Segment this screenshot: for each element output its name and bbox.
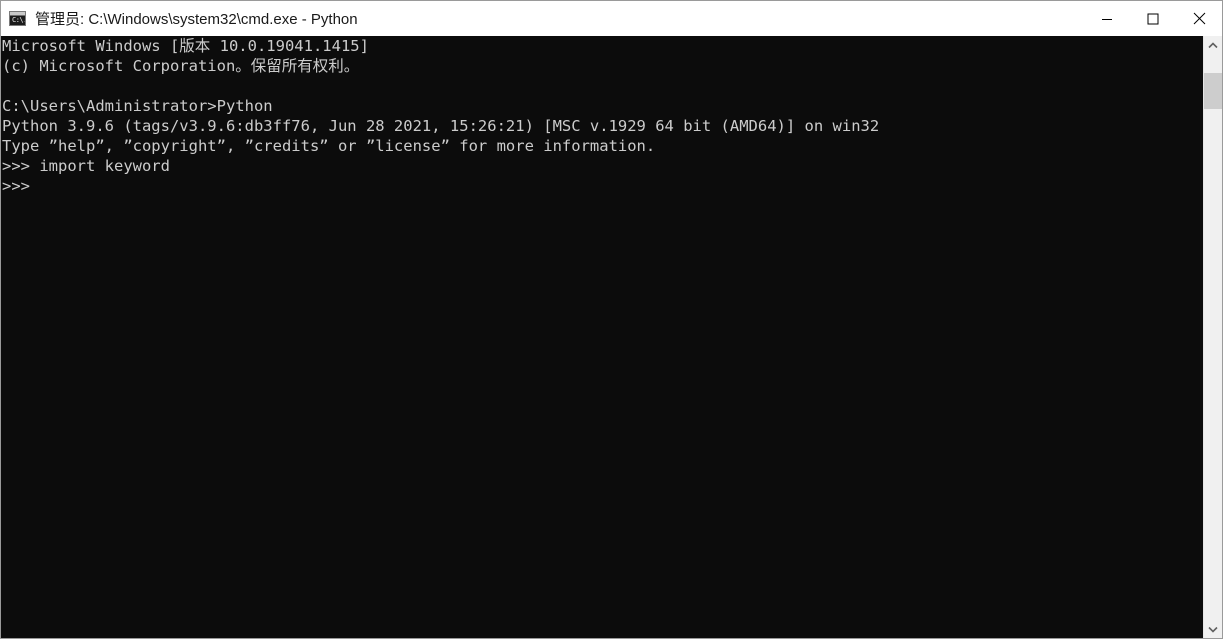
scroll-down-icon[interactable] <box>1204 620 1222 638</box>
scrollbar-thumb[interactable] <box>1204 73 1222 109</box>
scrollbar-track[interactable] <box>1204 54 1222 620</box>
vertical-scrollbar[interactable] <box>1203 36 1222 638</box>
close-button[interactable] <box>1176 1 1222 36</box>
icon-prompt-glyph: C:\. <box>12 16 26 24</box>
cmd-window: C:\. 管理员: C:\Windows\system32\cmd.exe - … <box>0 0 1223 639</box>
console-line: Microsoft Windows [版本 10.0.19041.1415] <box>2 37 369 55</box>
console-line: Python 3.9.6 (tags/v3.9.6:db3ff76, Jun 2… <box>2 117 880 135</box>
console-line: (c) Microsoft Corporation。保留所有权利。 <box>2 57 360 75</box>
console-output[interactable]: Microsoft Windows [版本 10.0.19041.1415] (… <box>1 36 1203 638</box>
title-bar[interactable]: C:\. 管理员: C:\Windows\system32\cmd.exe - … <box>1 1 1222 36</box>
console-area: Microsoft Windows [版本 10.0.19041.1415] (… <box>1 36 1222 638</box>
minimize-button[interactable] <box>1084 1 1130 36</box>
console-line: >>> import keyword <box>2 157 170 175</box>
console-line: Type ”help”, ”copyright”, ”credits” or ”… <box>2 137 656 155</box>
window-title: 管理员: C:\Windows\system32\cmd.exe - Pytho… <box>35 11 358 28</box>
console-line-prompt: >>> <box>2 177 30 195</box>
maximize-button[interactable] <box>1130 1 1176 36</box>
console-line: C:\Users\Administrator>Python <box>2 97 273 115</box>
cmd-console-icon: C:\. <box>9 11 26 26</box>
window-controls <box>1084 1 1222 36</box>
scroll-up-icon[interactable] <box>1204 36 1222 54</box>
